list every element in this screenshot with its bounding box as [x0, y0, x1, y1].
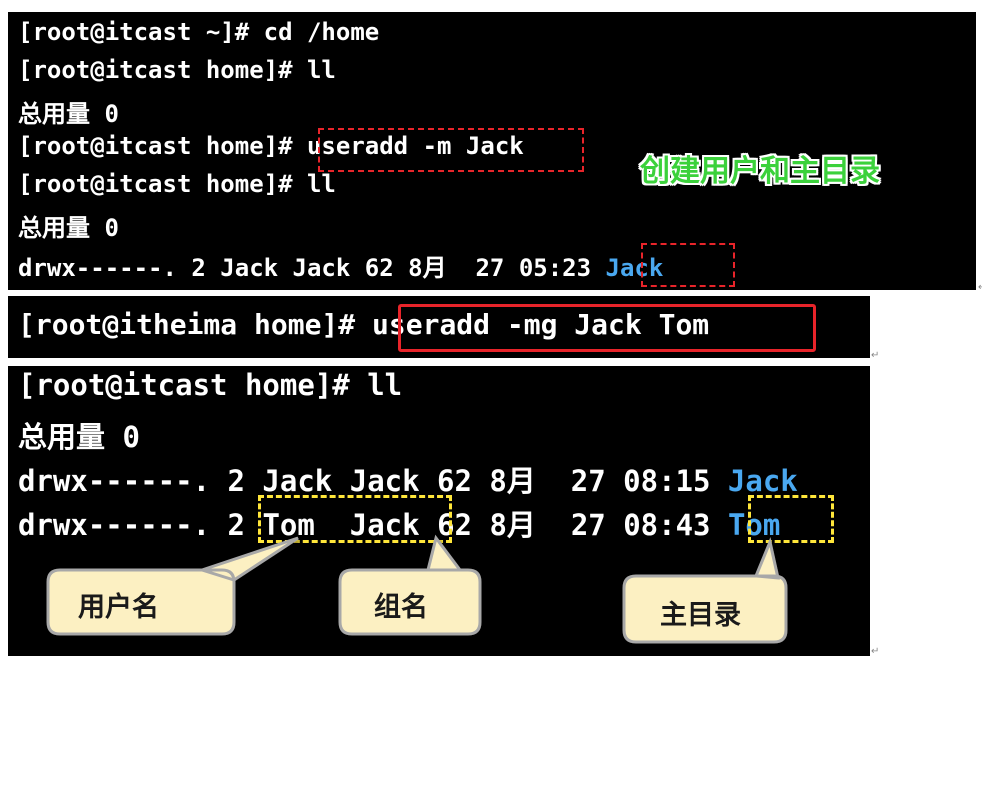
- listing-prefix: drwx------. 2 Jack Jack 62 8月 27 05:23: [18, 254, 606, 282]
- paragraph-mark: ↵: [978, 282, 982, 293]
- create-user-caption: 创建用户和主目录: [640, 154, 880, 189]
- paragraph-mark: ↵: [871, 350, 880, 361]
- prompt: [root@itcast home]#: [18, 132, 307, 160]
- useradd-highlight-box: [318, 128, 584, 172]
- terminal-line-total-1: 总用量 0: [18, 100, 119, 128]
- groupname-label: 组名: [374, 592, 428, 623]
- username-label: 用户名: [78, 592, 159, 623]
- terminal-line-ll-1: [root@itcast home]# ll: [18, 56, 336, 84]
- useradd-mg-highlight-box: [398, 304, 816, 352]
- home-dir-highlight-box: [641, 243, 735, 287]
- terminal-line-total-2: 总用量 0: [18, 214, 119, 242]
- terminal-screenshot-3: [root@itcast home]# ll 总用量 0 drwx------.…: [8, 366, 870, 656]
- paragraph-mark: ↵: [871, 646, 880, 657]
- terminal-line-cd: [root@itcast ~]# cd /home: [18, 18, 380, 46]
- terminal-line-ll-2: [root@itcast home]# ll: [18, 170, 336, 198]
- prompt: [root@itheima home]#: [18, 308, 373, 341]
- terminal-screenshot-1: [root@itcast ~]# cd /home [root@itcast h…: [8, 12, 976, 290]
- homedir-label: 主目录: [660, 600, 741, 631]
- terminal-screenshot-2: [root@itheima home]# useradd -mg Jack To…: [8, 296, 870, 358]
- terminal-line-listing: drwx------. 2 Jack Jack 62 8月 27 05:23 J…: [18, 248, 663, 283]
